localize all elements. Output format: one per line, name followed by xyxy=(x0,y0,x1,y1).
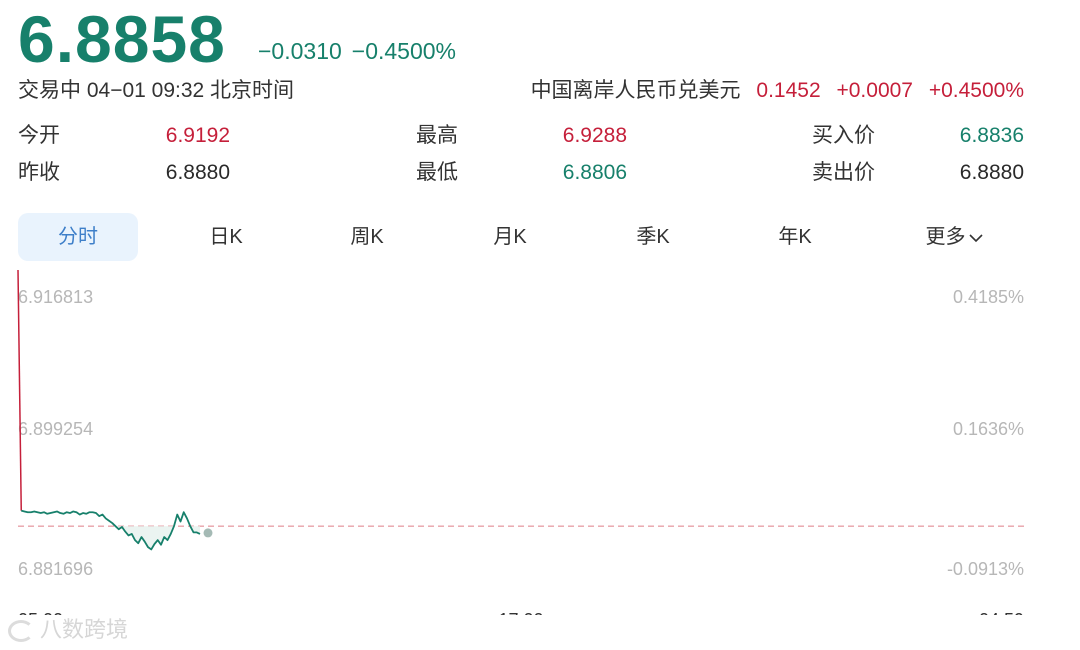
status-row: 交易中 04−01 09:32 北京时间 中国离岸人民币兑美元 0.1452 +… xyxy=(18,76,1024,106)
period-tabs: 分时 日K 周K 月K 季K 年K 更多 xyxy=(18,213,1024,261)
watermark-logo-icon xyxy=(8,620,34,643)
price-change-value: −0.0310 xyxy=(258,38,342,64)
high-label: 最高 xyxy=(416,124,458,147)
tab-more-label: 更多 xyxy=(925,226,966,248)
trading-status: 交易中 04−01 09:32 北京时间 xyxy=(18,79,295,102)
ask-value: 6.8880 xyxy=(959,161,1024,184)
tab-yearly[interactable]: 年K xyxy=(755,213,835,261)
y-axis-left-label: 6.899254 xyxy=(18,419,93,439)
price-change-percent: −0.4500% xyxy=(351,38,457,64)
chevron-down-icon xyxy=(968,234,983,242)
related-pair-name: 中国离岸人民币兑美元 xyxy=(530,79,741,102)
prev-close-value: 6.8880 xyxy=(165,161,230,184)
watermark: 八数跨境 xyxy=(8,616,128,644)
y-axis-left-label: 6.916813 xyxy=(18,287,93,307)
related-pair-price: 0.1452 xyxy=(756,79,821,102)
y-axis-right-label: 0.4185% xyxy=(953,287,1024,307)
tab-more[interactable]: 更多 xyxy=(914,213,994,261)
y-axis-left-label: 6.881696 xyxy=(18,559,93,579)
price-line xyxy=(21,509,201,551)
low-label: 最低 xyxy=(416,161,458,184)
x-axis-time-label: 04:59 xyxy=(979,610,1024,615)
y-axis-right-label: -0.0913% xyxy=(947,559,1024,579)
tab-monthly[interactable]: 月K xyxy=(470,213,550,261)
watermark-text: 八数跨境 xyxy=(40,617,129,642)
last-price: 6.8858 xyxy=(18,2,226,76)
y-axis-right-label: 0.1636% xyxy=(953,419,1024,439)
related-pair-change: +0.0007 xyxy=(836,79,913,102)
high-value: 6.9288 xyxy=(562,124,627,147)
related-pair-change-percent: +0.4500% xyxy=(928,79,1024,102)
intraday-chart[interactable]: 6.916813 6.899254 6.881696 0.4185% 0.1636% -0… xyxy=(0,270,1080,615)
price-change: −0.0310 −0.4500% xyxy=(258,34,456,68)
open-label: 今开 xyxy=(18,124,60,147)
current-price-dot xyxy=(203,528,213,538)
tab-weekly[interactable]: 周K xyxy=(327,213,407,261)
low-value: 6.8806 xyxy=(562,161,627,184)
tab-intraday[interactable]: 分时 xyxy=(18,213,138,261)
prev-close-label: 昨收 xyxy=(18,161,60,184)
bid-value: 6.8836 xyxy=(959,124,1024,147)
x-axis-time-label: 17:00 xyxy=(498,610,543,615)
tab-quarterly[interactable]: 季K xyxy=(613,213,693,261)
x-axis-time-label: 05:00 xyxy=(18,610,63,615)
tab-daily[interactable]: 日K xyxy=(186,213,266,261)
related-pair[interactable]: 中国离岸人民币兑美元 0.1452 +0.0007 +0.4500% xyxy=(531,76,1024,106)
open-value: 6.9192 xyxy=(165,124,230,147)
